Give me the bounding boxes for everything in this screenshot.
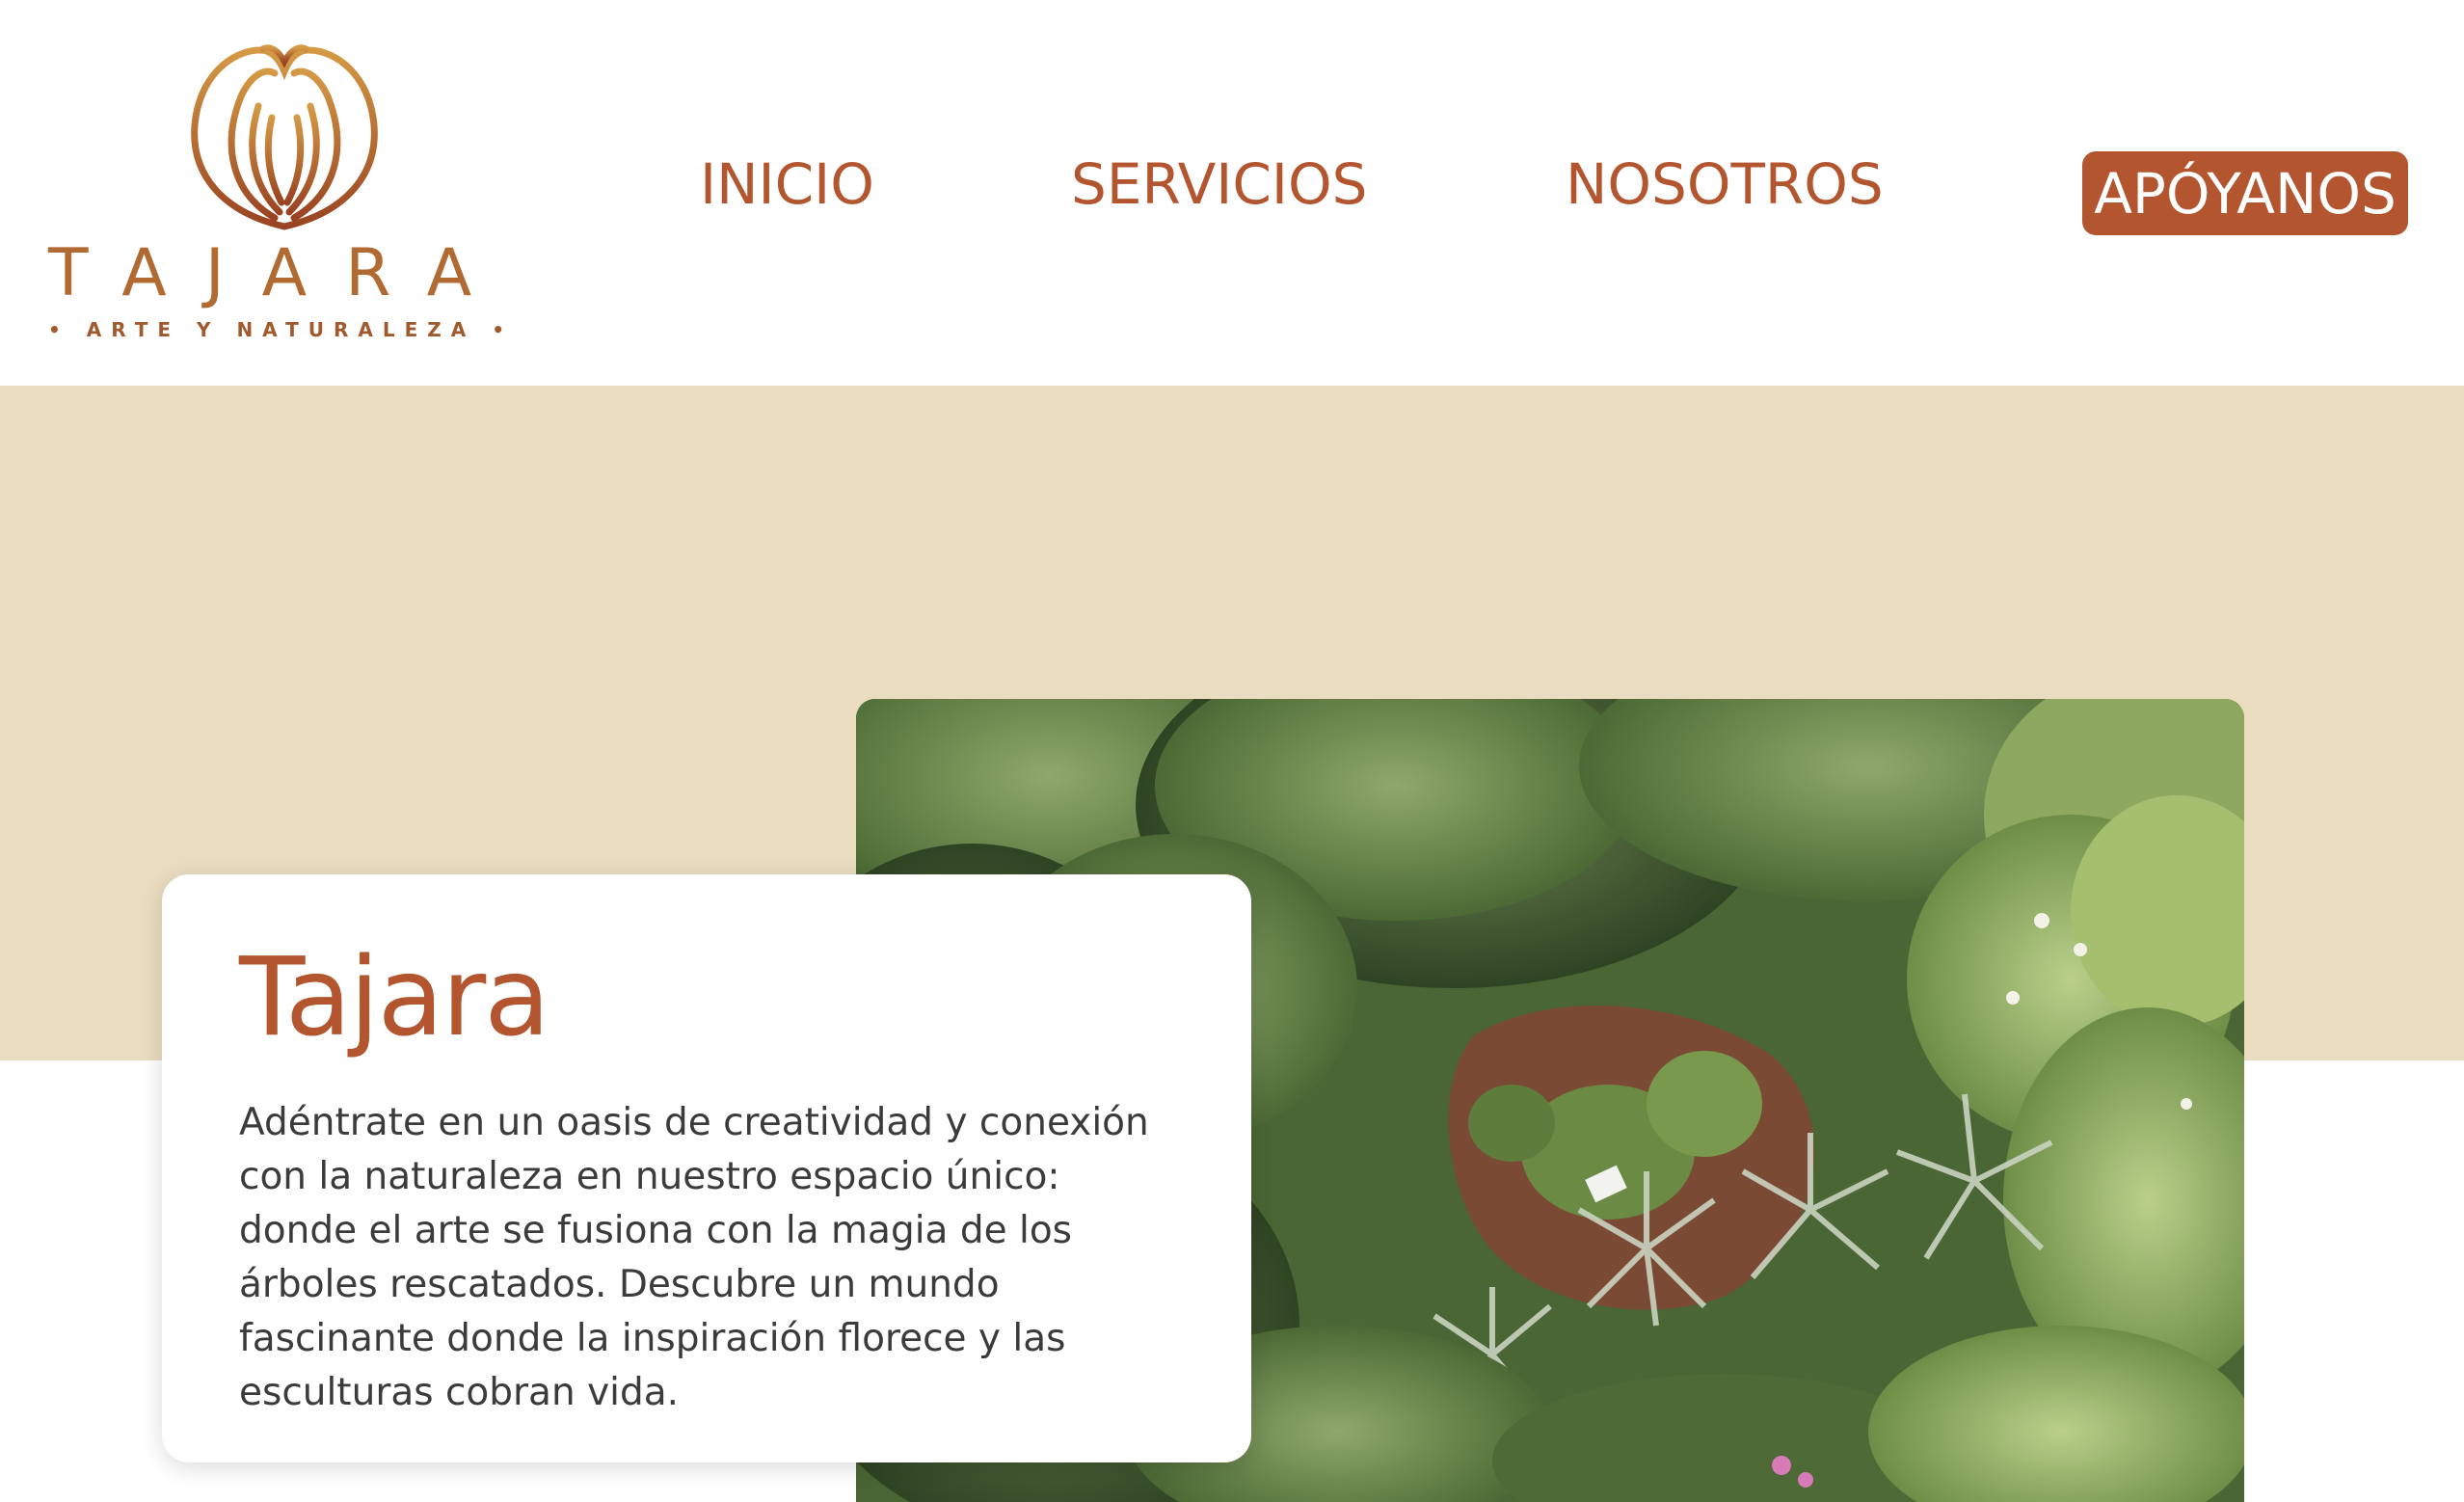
hero-description: Adéntrate en un oasis de creatividad y c… (239, 1100, 1149, 1414)
nav-item-servicios[interactable]: SERVICIOS (1071, 156, 1367, 212)
site-header: TAJARA • ARTE Y NATURALEZA • INICIO SERV… (0, 0, 2464, 386)
support-button[interactable]: APÓYANOS (2082, 151, 2408, 235)
intro-card: Tajara Adéntrate en un oasis de creativi… (162, 874, 1251, 1462)
nav-item-inicio[interactable]: INICIO (700, 156, 874, 212)
hero-title: Tajara (239, 935, 550, 1060)
nav-item-nosotros[interactable]: NOSOTROS (1566, 156, 1884, 212)
main-nav: INICIO SERVICIOS NOSOTROS APÓYANOS (0, 0, 2464, 386)
